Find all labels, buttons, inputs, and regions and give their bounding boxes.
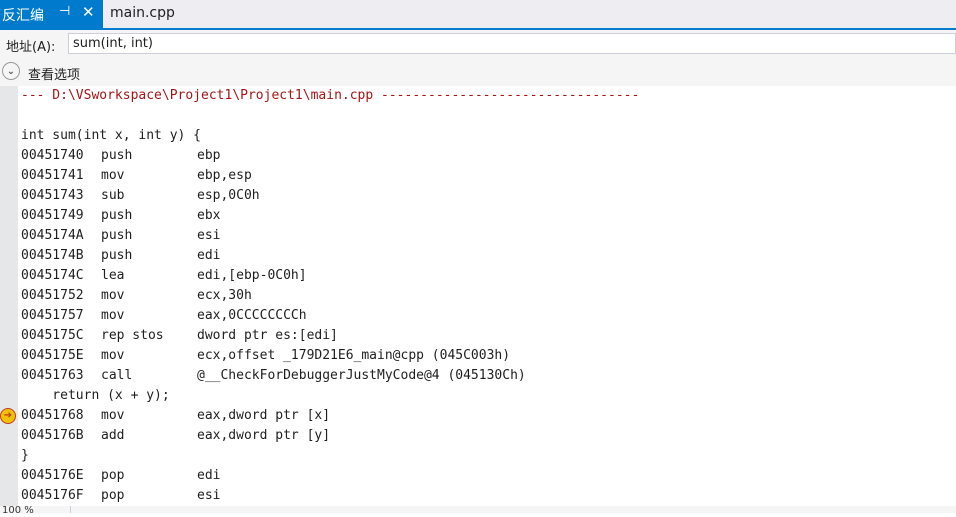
instruction-mnemonic: add [101, 428, 125, 443]
instruction-operands: edi [197, 468, 221, 483]
instruction-operands: edi,[ebp-0C0h] [197, 268, 307, 283]
view-options-bar[interactable]: ⌄ 查看选项 [0, 58, 956, 86]
instruction-address: 00451743 [21, 188, 84, 203]
instruction-address: 00451741 [21, 168, 84, 183]
instruction-mnemonic: mov [101, 348, 125, 363]
instruction-address: 0045174A [21, 228, 84, 243]
instruction-mnemonic: lea [101, 268, 125, 283]
instruction-mnemonic: rep stos [101, 328, 164, 343]
instruction-mnemonic: push [101, 228, 133, 243]
current-instruction-arrow-icon: ➔ [0, 408, 16, 424]
instruction-operands: esp,0C0h [197, 188, 260, 203]
instruction-operands: @__CheckForDebuggerJustMyCode@4 (045130C… [197, 368, 526, 383]
instruction-address: 0045175C [21, 328, 84, 343]
instruction-mnemonic: push [101, 208, 133, 223]
instruction-address: 00451749 [21, 208, 84, 223]
instruction-mnemonic: pop [101, 488, 125, 503]
instruction-address: 0045174B [21, 248, 84, 263]
disassembly-view[interactable]: --- D:\VSworkspace\Project1\Project1\mai… [0, 86, 956, 506]
instruction-operands: dword ptr es:[edi] [197, 328, 338, 343]
instruction-address: 00451740 [21, 148, 84, 163]
instruction-mnemonic: pop [101, 468, 125, 483]
instruction-mnemonic: mov [101, 168, 125, 183]
instruction-address: 0045175E [21, 348, 84, 363]
document-tab-bar: 反汇编 ⊣ ✕ main.cpp [0, 0, 956, 28]
instruction-mnemonic: mov [101, 308, 125, 323]
instruction-address: 00451768 [21, 408, 84, 423]
address-bar: 地址(A): sum(int, int) [0, 30, 956, 58]
chevron-down-icon[interactable]: ⌄ [2, 62, 20, 80]
address-label: 地址(A): [6, 40, 56, 55]
instruction-address: 0045174C [21, 268, 84, 283]
instruction-mnemonic: sub [101, 188, 125, 203]
source-line-return: return (x + y); [21, 388, 170, 403]
view-options-label: 查看选项 [28, 68, 81, 83]
source-line-signature: int sum(int x, int y) { [21, 128, 202, 143]
instruction-operands: ecx,30h [197, 288, 252, 303]
instruction-operands: esi [197, 488, 221, 503]
pin-icon[interactable]: ⊣ [59, 4, 70, 19]
instruction-address: 0045176F [21, 488, 84, 503]
instruction-operands: ebp,esp [197, 168, 252, 183]
instruction-operands: ebp [197, 148, 221, 163]
instruction-address: 00451763 [21, 368, 84, 383]
status-bar: 100 % [0, 505, 956, 516]
instruction-operands: eax,0CCCCCCCCh [197, 308, 307, 323]
status-divider [70, 506, 71, 513]
tab-disassembly-title: 反汇编 [2, 8, 44, 24]
instruction-operands: esi [197, 228, 221, 243]
instruction-operands: edi [197, 248, 221, 263]
address-input[interactable]: sum(int, int) [68, 33, 956, 54]
instruction-mnemonic: push [101, 248, 133, 263]
instruction-address: 0045176E [21, 468, 84, 483]
instruction-mnemonic: call [101, 368, 133, 383]
instruction-operands: ebx [197, 208, 221, 223]
tab-disassembly[interactable]: 反汇编 ⊣ ✕ [0, 0, 103, 28]
zoom-level[interactable]: 100 % [2, 505, 34, 517]
instruction-address: 00451757 [21, 308, 84, 323]
source-line-close-brace: } [21, 448, 29, 463]
instruction-mnemonic: mov [101, 288, 125, 303]
instruction-mnemonic: push [101, 148, 133, 163]
instruction-address: 00451752 [21, 288, 84, 303]
tab-main-cpp-title: main.cpp [110, 5, 175, 21]
instruction-operands: ecx,offset _179D21E6_main@cpp (045C003h) [197, 348, 511, 363]
source-file-header: --- D:\VSworkspace\Project1\Project1\mai… [21, 88, 640, 103]
instruction-mnemonic: mov [101, 408, 125, 423]
instruction-address: 0045176B [21, 428, 84, 443]
instruction-operands: eax,dword ptr [y] [197, 428, 331, 443]
close-icon[interactable]: ✕ [82, 3, 95, 21]
instruction-operands: eax,dword ptr [x] [197, 408, 331, 423]
